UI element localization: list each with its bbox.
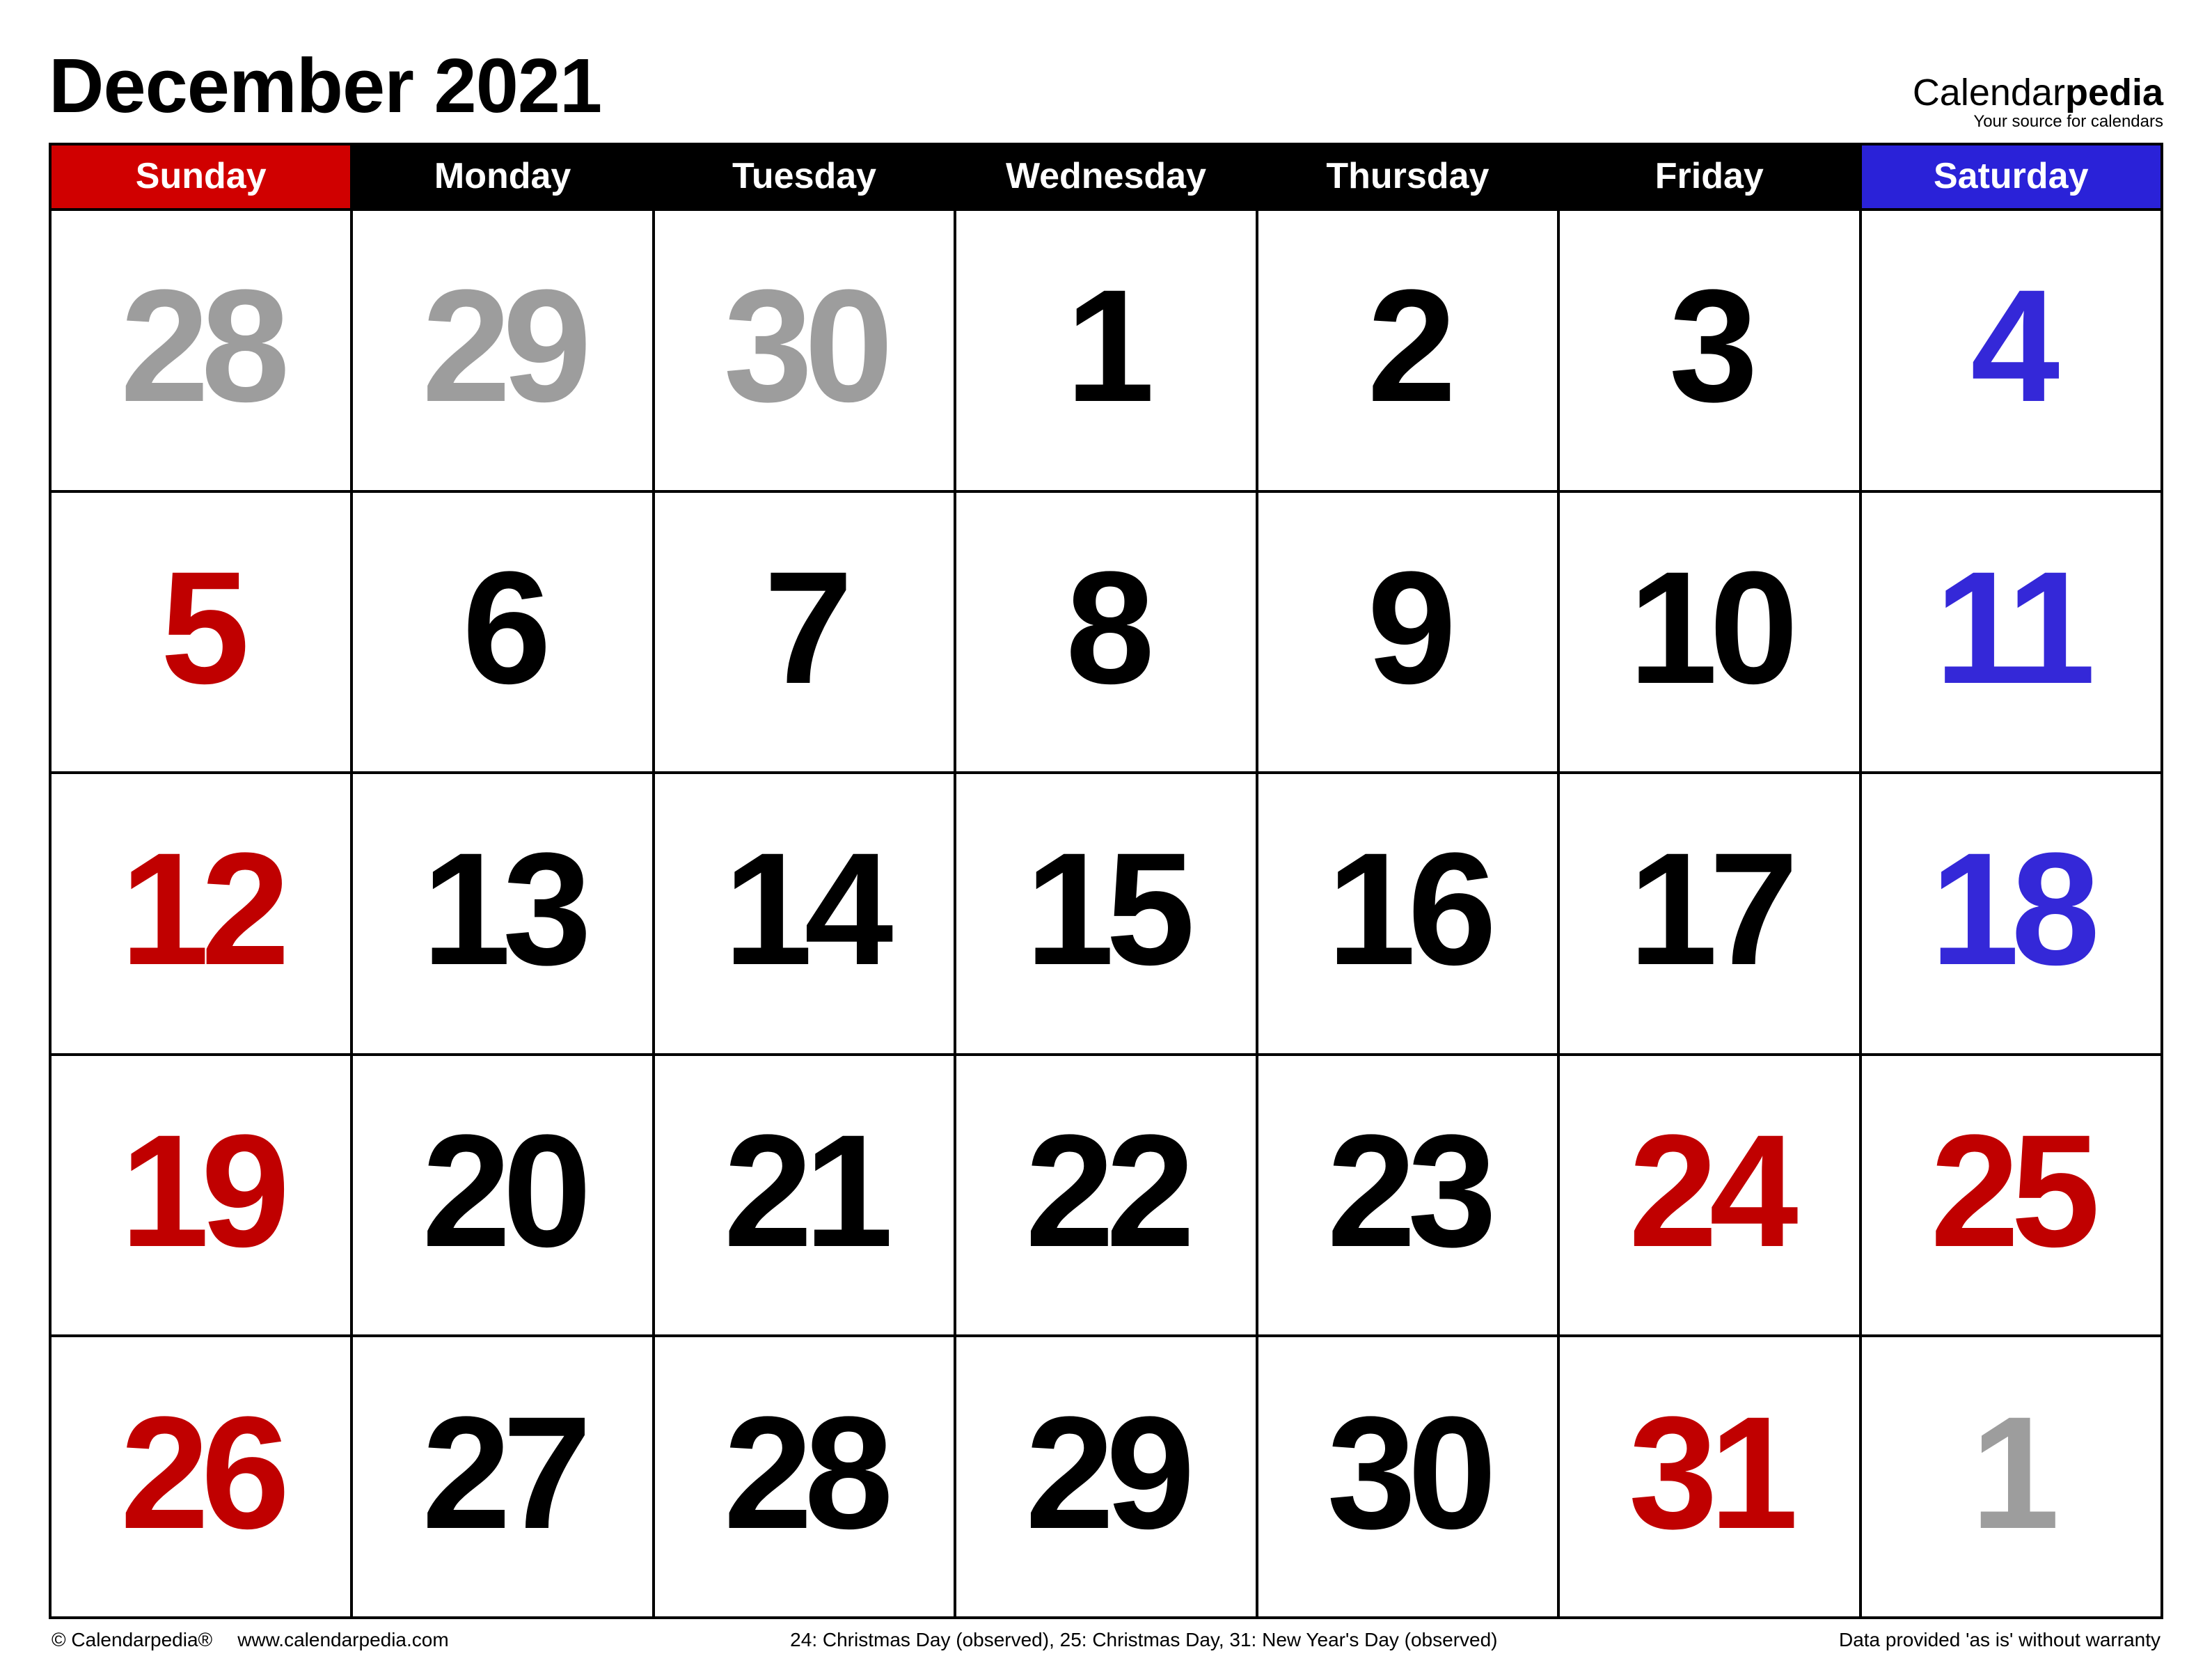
day-cell: 23 — [1257, 1055, 1558, 1337]
day-cell: 30 — [1257, 1336, 1558, 1618]
day-cell: 30 — [654, 210, 955, 491]
day-cell: 17 — [1558, 773, 1860, 1055]
day-cell: 18 — [1861, 773, 2162, 1055]
weekday-saturday: Saturday — [1861, 144, 2162, 210]
calendar-row: 567891011 — [50, 491, 2162, 773]
day-cell: 29 — [351, 210, 653, 491]
calendar-body: 2829301234567891011121314151617181920212… — [50, 210, 2162, 1618]
header: December 2021 Calendarpedia Your source … — [49, 42, 2163, 143]
footer-copyright: © Calendarpedia® — [52, 1629, 212, 1651]
brand-tagline: Your source for calendars — [1913, 113, 2163, 130]
day-cell: 3 — [1558, 210, 1860, 491]
weekday-friday: Friday — [1558, 144, 1860, 210]
day-cell: 12 — [50, 773, 351, 1055]
day-cell: 28 — [654, 1336, 955, 1618]
brand-name: Calendarpedia — [1913, 73, 2163, 113]
day-cell: 2 — [1257, 210, 1558, 491]
day-cell: 22 — [955, 1055, 1256, 1337]
day-cell: 20 — [351, 1055, 653, 1337]
weekday-sunday: Sunday — [50, 144, 351, 210]
calendar-row: 19202122232425 — [50, 1055, 2162, 1337]
day-cell: 21 — [654, 1055, 955, 1337]
footer: © Calendarpedia® www.calendarpedia.com 2… — [49, 1619, 2163, 1651]
day-cell: 14 — [654, 773, 955, 1055]
calendar-grid: Sunday Monday Tuesday Wednesday Thursday… — [49, 143, 2163, 1619]
day-cell: 4 — [1861, 210, 2162, 491]
weekday-header-row: Sunday Monday Tuesday Wednesday Thursday… — [50, 144, 2162, 210]
day-cell: 7 — [654, 491, 955, 773]
day-cell: 31 — [1558, 1336, 1860, 1618]
day-cell: 10 — [1558, 491, 1860, 773]
day-cell: 1 — [1861, 1336, 2162, 1618]
weekday-tuesday: Tuesday — [654, 144, 955, 210]
weekday-thursday: Thursday — [1257, 144, 1558, 210]
day-cell: 29 — [955, 1336, 1256, 1618]
day-cell: 11 — [1861, 491, 2162, 773]
day-cell: 19 — [50, 1055, 351, 1337]
weekday-wednesday: Wednesday — [955, 144, 1256, 210]
day-cell: 16 — [1257, 773, 1558, 1055]
day-cell: 13 — [351, 773, 653, 1055]
brand-block: Calendarpedia Your source for calendars — [1913, 73, 2163, 130]
calendar-row: 12131415161718 — [50, 773, 2162, 1055]
day-cell: 25 — [1861, 1055, 2162, 1337]
day-cell: 1 — [955, 210, 1256, 491]
footer-disclaimer: Data provided 'as is' without warranty — [1839, 1629, 2160, 1651]
calendar-row: 2829301234 — [50, 210, 2162, 491]
calendar-row: 2627282930311 — [50, 1336, 2162, 1618]
day-cell: 9 — [1257, 491, 1558, 773]
day-cell: 5 — [50, 491, 351, 773]
brand-prefix: Calendar — [1913, 72, 2065, 113]
footer-holidays: 24: Christmas Day (observed), 25: Christ… — [790, 1629, 1497, 1651]
day-cell: 8 — [955, 491, 1256, 773]
day-cell: 6 — [351, 491, 653, 773]
page-title: December 2021 — [49, 42, 601, 130]
weekday-monday: Monday — [351, 144, 653, 210]
footer-left: © Calendarpedia® www.calendarpedia.com — [52, 1629, 449, 1651]
footer-url: www.calendarpedia.com — [237, 1629, 449, 1651]
day-cell: 24 — [1558, 1055, 1860, 1337]
day-cell: 28 — [50, 210, 351, 491]
brand-suffix: pedia — [2065, 72, 2163, 113]
day-cell: 27 — [351, 1336, 653, 1618]
day-cell: 26 — [50, 1336, 351, 1618]
day-cell: 15 — [955, 773, 1256, 1055]
